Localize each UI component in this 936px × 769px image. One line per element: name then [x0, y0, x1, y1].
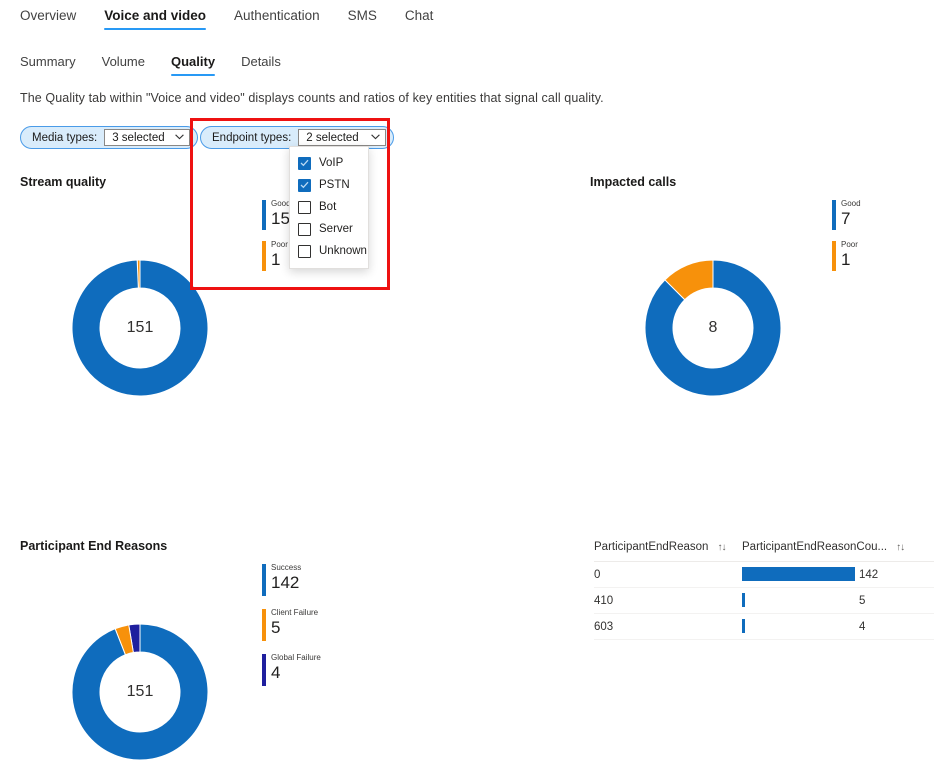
legend-swatch-poor: [262, 241, 266, 271]
table-row[interactable]: 410 5: [594, 588, 934, 614]
filter-media-types[interactable]: Media types: 3 selected: [20, 126, 198, 149]
stream-quality-total: 151: [126, 319, 154, 336]
legend-item: Poor 1: [832, 241, 861, 273]
impacted-calls-total: 8: [708, 319, 718, 336]
participant-end-reasons-title: Participant End Reasons: [20, 539, 168, 553]
cell-count-value: 5: [859, 594, 866, 607]
stream-quality-donut: 151: [68, 256, 212, 400]
chevron-down-icon: [174, 133, 184, 142]
participant-end-reason-table: ParticipantEndReason ↑↓ ParticipantEndRe…: [594, 533, 934, 650]
legend-value: 7: [841, 209, 851, 228]
tab-quality[interactable]: Quality: [158, 51, 228, 77]
tab-sms[interactable]: SMS: [334, 4, 391, 32]
legend-swatch-poor: [832, 241, 836, 271]
tab-details[interactable]: Details: [228, 51, 294, 77]
participant-end-reasons-total: 151: [126, 683, 154, 700]
dropdown-option-unknown[interactable]: Unknown: [290, 240, 368, 262]
sort-icon[interactable]: ↑↓: [717, 542, 726, 553]
legend-item: Good 7: [832, 200, 861, 232]
tab-volume[interactable]: Volume: [89, 51, 158, 77]
cell-count: 4: [742, 614, 927, 639]
dropdown-option-voip[interactable]: VoIP: [290, 152, 368, 174]
cell-reason: 410: [594, 594, 614, 607]
stream-quality-title: Stream quality: [20, 175, 107, 189]
chevron-down-icon: [371, 133, 381, 142]
filter-media-types-select[interactable]: 3 selected: [104, 129, 190, 146]
column-header-label: ParticipantEndReasonCou...: [742, 541, 888, 553]
legend-label: Client Failure: [271, 608, 319, 617]
legend-label: Poor: [841, 240, 858, 249]
data-bar: [742, 593, 745, 607]
endpoint-types-dropdown-menu[interactable]: VoIP PSTN Bot Server Unknown: [289, 146, 369, 269]
data-bar: [742, 567, 855, 581]
participant-end-reasons-donut: 151: [68, 620, 212, 764]
participant-end-reasons-legend: Success 142 Client Failure 5 Global Fail…: [262, 564, 321, 699]
filter-endpoint-types-label: Endpoint types:: [212, 131, 292, 144]
sort-icon[interactable]: ↑↓: [896, 542, 905, 553]
filter-media-types-label: Media types:: [32, 131, 98, 144]
table-row[interactable]: 603 4: [594, 614, 934, 640]
dropdown-option-label: Unknown: [319, 245, 367, 257]
checkbox-unknown[interactable]: [298, 244, 311, 258]
table-footer-spacer: [594, 640, 934, 650]
legend-label: Global Failure: [271, 653, 321, 662]
legend-item: Client Failure 5: [262, 609, 321, 645]
legend-label: Good: [841, 199, 861, 208]
column-header-label: ParticipantEndReason: [594, 541, 709, 553]
legend-value: 1: [271, 250, 281, 269]
checkbox-bot[interactable]: [298, 200, 311, 214]
checkbox-voip[interactable]: [298, 156, 311, 170]
table-header-row: ParticipantEndReason ↑↓ ParticipantEndRe…: [594, 533, 934, 562]
filter-endpoint-types-value: 2 selected: [306, 131, 359, 144]
legend-value: 1: [841, 250, 851, 269]
tab-summary[interactable]: Summary: [20, 51, 89, 77]
dropdown-option-label: Server: [319, 223, 353, 235]
cell-count-value: 142: [859, 568, 879, 581]
legend-swatch-global-failure: [262, 654, 266, 686]
dropdown-option-bot[interactable]: Bot: [290, 196, 368, 218]
cell-reason: 603: [594, 620, 614, 633]
legend-value: 4: [271, 663, 281, 682]
dropdown-option-label: PSTN: [319, 179, 350, 191]
dropdown-option-server[interactable]: Server: [290, 218, 368, 240]
legend-swatch-success: [262, 564, 266, 596]
legend-swatch-client-failure: [262, 609, 266, 641]
cell-reason: 0: [594, 568, 601, 581]
impacted-calls-legend: Good 7 Poor 1: [832, 200, 861, 282]
cell-count: 5: [742, 588, 927, 613]
tab-overview[interactable]: Overview: [20, 4, 90, 32]
column-header-participantendreason[interactable]: ParticipantEndReason ↑↓: [594, 541, 742, 553]
legend-label: Success: [271, 563, 302, 572]
dropdown-option-label: VoIP: [319, 157, 344, 169]
legend-swatch-good: [262, 200, 266, 230]
page-description: The Quality tab within "Voice and video"…: [20, 91, 604, 105]
legend-item: Success 142: [262, 564, 321, 600]
checkbox-pstn[interactable]: [298, 178, 311, 192]
dropdown-option-pstn[interactable]: PSTN: [290, 174, 368, 196]
filter-endpoint-types-select[interactable]: 2 selected: [298, 129, 387, 146]
cell-count: 142: [742, 562, 927, 587]
column-header-participantendreasoncount[interactable]: ParticipantEndReasonCou... ↑↓: [742, 541, 927, 553]
legend-swatch-good: [832, 200, 836, 230]
legend-value: 142: [271, 573, 300, 592]
impacted-calls-donut: 8: [641, 256, 785, 400]
impacted-calls-title: Impacted calls: [590, 175, 677, 189]
primary-tab-bar[interactable]: Overview Voice and video Authentication …: [20, 4, 447, 32]
dropdown-option-label: Bot: [319, 201, 337, 213]
tab-voice-and-video[interactable]: Voice and video: [90, 4, 220, 32]
data-bar: [742, 619, 745, 633]
tab-chat[interactable]: Chat: [391, 4, 448, 32]
secondary-tab-bar[interactable]: Summary Volume Quality Details: [20, 51, 294, 77]
checkbox-server[interactable]: [298, 222, 311, 236]
legend-item: Global Failure 4: [262, 654, 321, 690]
table-row[interactable]: 0 142: [594, 562, 934, 588]
cell-count-value: 4: [859, 620, 866, 633]
filter-media-types-value: 3 selected: [112, 131, 165, 144]
tab-authentication[interactable]: Authentication: [220, 4, 334, 32]
legend-label: Poor: [271, 240, 288, 249]
legend-value: 5: [271, 618, 281, 637]
